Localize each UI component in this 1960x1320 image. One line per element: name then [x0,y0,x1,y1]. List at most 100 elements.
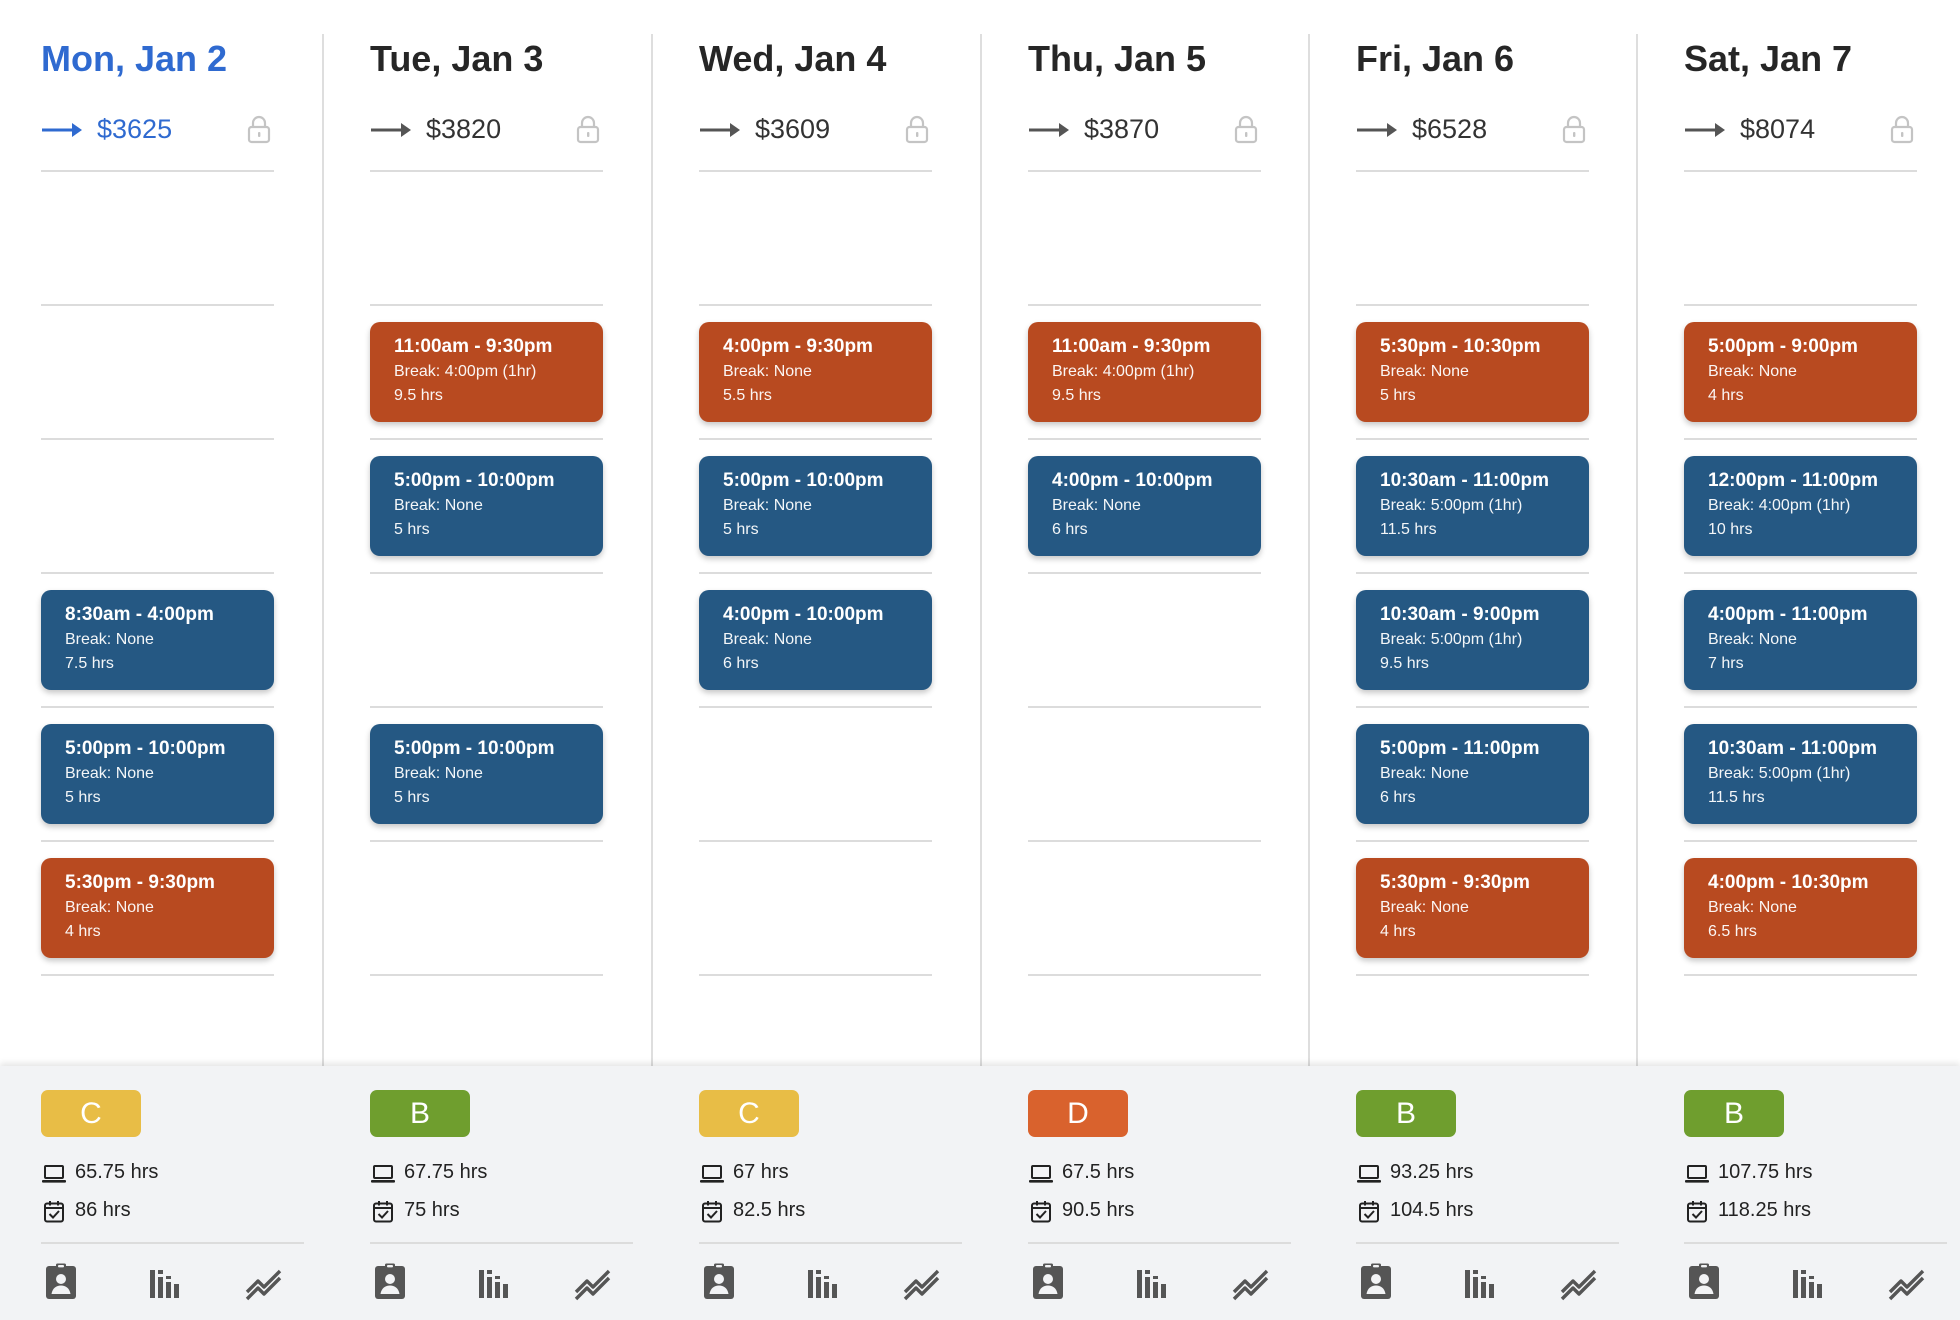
employee-badge-icon[interactable] [699,1262,739,1302]
shift-time: 10:30am - 11:00pm [1708,738,1877,759]
shift-card[interactable]: 5:30pm - 10:30pm Break: None 5 hrs [1356,322,1589,422]
slot-divider [1684,572,1917,574]
employee-badge-icon[interactable] [41,1262,81,1302]
shift-card[interactable]: 5:30pm - 9:30pm Break: None 4 hrs [41,858,274,958]
trend-line-icon[interactable] [1887,1262,1927,1302]
shift-hours: 6 hrs [1052,521,1088,538]
slot-divider [370,840,603,842]
trend-line-icon[interactable] [573,1262,613,1302]
bar-chart-icon[interactable] [474,1262,514,1302]
planned-hours: 86 hrs [41,1197,301,1227]
lock-icon[interactable] [904,114,930,144]
bar-chart-icon[interactable] [803,1262,843,1302]
shift-hours: 5.5 hrs [723,387,772,404]
day-summary: B 107.75 hrs 118.25 hrs [1643,1066,1960,1320]
shift-hours: 5 hrs [1380,387,1416,404]
shift-time: 11:00am - 9:30pm [1052,336,1211,357]
calendar-check-icon [373,1201,393,1223]
shift-card[interactable]: 4:00pm - 10:00pm Break: None 6 hrs [699,590,932,690]
day-summary: C 67 hrs 82.5 hrs [658,1066,986,1320]
trend-line-icon[interactable] [902,1262,942,1302]
shift-card[interactable]: 8:30am - 4:00pm Break: None 7.5 hrs [41,590,274,690]
shift-break: Break: None [723,363,812,380]
lock-icon[interactable] [246,114,272,144]
trend-line-icon[interactable] [1559,1262,1599,1302]
shift-card[interactable]: 11:00am - 9:30pm Break: 4:00pm (1hr) 9.5 h… [1028,322,1261,422]
shift-card[interactable]: 11:00am - 9:30pm Break: 4:00pm (1hr) 9.5 h… [370,322,603,422]
slot-divider [1028,974,1261,976]
shift-card[interactable]: 5:00pm - 10:00pm Break: None 5 hrs [41,724,274,824]
employee-badge-icon[interactable] [1684,1262,1724,1302]
employee-badge-icon[interactable] [1028,1262,1068,1302]
employee-badge-icon[interactable] [1356,1262,1396,1302]
shift-card[interactable]: 5:00pm - 9:00pm Break: None 4 hrs [1684,322,1917,422]
shift-break: Break: 5:00pm (1hr) [1380,631,1523,648]
shift-time: 5:00pm - 10:00pm [723,470,884,491]
laptop-icon [1029,1165,1053,1183]
shift-card[interactable]: 4:00pm - 10:30pm Break: None 6.5 hrs [1684,858,1917,958]
slot-divider [1684,170,1917,172]
shift-card[interactable]: 5:00pm - 11:00pm Break: None 6 hrs [1356,724,1589,824]
shift-card[interactable]: 5:00pm - 10:00pm Break: None 5 hrs [699,456,932,556]
shift-break: Break: None [723,631,812,648]
shift-time: 5:00pm - 10:00pm [65,738,226,759]
scheduled-hours: 107.75 hrs [1684,1159,1944,1189]
slot-divider [41,706,274,708]
scheduled-hours: 67 hrs [699,1159,959,1189]
shift-card[interactable]: 10:30am - 9:00pm Break: 5:00pm (1hr) 9.5 h… [1356,590,1589,690]
shift-card[interactable]: 5:30pm - 9:30pm Break: None 4 hrs [1356,858,1589,958]
shift-card[interactable]: 10:30am - 11:00pm Break: 5:00pm (1hr) 11.5… [1684,724,1917,824]
day-title[interactable]: Mon, Jan 2 [41,38,227,80]
slot-divider [370,170,603,172]
planned-hours-value: 86 hrs [75,1199,131,1221]
slot-divider [699,438,932,440]
day-title[interactable]: Wed, Jan 4 [699,38,886,80]
shift-hours: 9.5 hrs [394,387,443,404]
shift-time: 4:00pm - 10:00pm [723,604,884,625]
lock-icon[interactable] [1233,114,1259,144]
lock-icon[interactable] [1889,114,1915,144]
summary-divider [1684,1242,1947,1244]
shift-card[interactable]: 12:00pm - 11:00pm Break: 4:00pm (1hr) 10 h… [1684,456,1917,556]
shift-time: 5:00pm - 9:00pm [1708,336,1858,357]
shift-card[interactable]: 4:00pm - 11:00pm Break: None 7 hrs [1684,590,1917,690]
trend-line-icon[interactable] [244,1262,284,1302]
shift-break: Break: 5:00pm (1hr) [1380,497,1523,514]
day-cost: $6528 [1356,110,1589,150]
shift-card[interactable]: 4:00pm - 9:30pm Break: None 5.5 hrs [699,322,932,422]
scheduled-hours-value: 65.75 hrs [75,1161,159,1183]
lock-icon[interactable] [575,114,601,144]
day-title[interactable]: Thu, Jan 5 [1028,38,1206,80]
shift-hours: 9.5 hrs [1380,655,1429,672]
day-cost-value: $3609 [755,114,831,144]
day-summary: C 65.75 hrs 86 hrs [0,1066,328,1320]
day-title[interactable]: Tue, Jan 3 [370,38,543,80]
bar-chart-icon[interactable] [145,1262,185,1302]
laptop-icon [42,1165,66,1183]
day-cost-value: $3870 [1084,114,1160,144]
day-title[interactable]: Sat, Jan 7 [1684,38,1852,80]
summary-divider [370,1242,633,1244]
shift-card[interactable]: 10:30am - 11:00pm Break: 5:00pm (1hr) 11.5… [1356,456,1589,556]
summary-actions [1356,1262,1619,1304]
shift-hours: 9.5 hrs [1052,387,1101,404]
shift-time: 8:30am - 4:00pm [65,604,214,625]
planned-hours: 75 hrs [370,1197,630,1227]
lock-icon[interactable] [1561,114,1587,144]
shift-time: 4:00pm - 10:30pm [1708,872,1869,893]
employee-badge-icon[interactable] [370,1262,410,1302]
shift-card[interactable]: 5:00pm - 10:00pm Break: None 5 hrs [370,724,603,824]
shift-break: Break: None [65,899,154,916]
grade-badge: C [41,1090,141,1137]
bar-chart-icon[interactable] [1460,1262,1500,1302]
shift-card[interactable]: 4:00pm - 10:00pm Break: None 6 hrs [1028,456,1261,556]
calendar-check-icon [1359,1201,1379,1223]
shift-hours: 5 hrs [723,521,759,538]
day-title[interactable]: Fri, Jan 6 [1356,38,1514,80]
shift-card[interactable]: 5:00pm - 10:00pm Break: None 5 hrs [370,456,603,556]
bar-chart-icon[interactable] [1788,1262,1828,1302]
slot-divider [370,438,603,440]
trend-line-icon[interactable] [1231,1262,1271,1302]
shift-break: Break: None [1708,363,1797,380]
bar-chart-icon[interactable] [1132,1262,1172,1302]
